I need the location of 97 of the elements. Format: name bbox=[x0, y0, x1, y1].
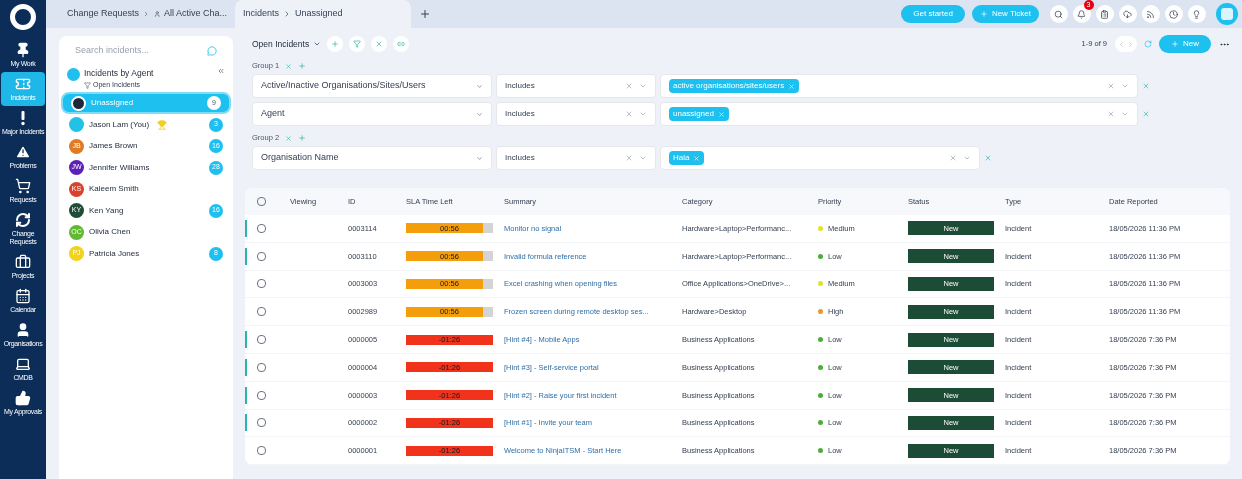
user-avatar[interactable] bbox=[1216, 3, 1238, 25]
cloud-icon bbox=[1123, 9, 1132, 19]
toolbar-button[interactable] bbox=[1141, 5, 1160, 23]
remove-group-icon[interactable] bbox=[285, 62, 293, 70]
caret-icon bbox=[476, 82, 483, 90]
breadcrumb: Change Requests bbox=[67, 7, 140, 21]
thumbs-up-icon bbox=[15, 390, 31, 406]
agent-group-icon bbox=[67, 68, 80, 81]
filter-icon bbox=[353, 40, 362, 48]
operator-value: Includes bbox=[505, 80, 536, 92]
field-value: Agent bbox=[261, 107, 286, 121]
collapse-icon[interactable] bbox=[217, 67, 225, 75]
clipboard-icon bbox=[1100, 9, 1109, 19]
caret-icon bbox=[963, 154, 971, 162]
view-selector[interactable]: Open Incidents bbox=[252, 37, 310, 51]
remove-filter-icon[interactable] bbox=[984, 154, 992, 162]
checkbox[interactable] bbox=[257, 390, 266, 400]
clear-icon[interactable] bbox=[625, 82, 633, 90]
toolbar-button[interactable] bbox=[1118, 5, 1137, 23]
checkbox[interactable] bbox=[257, 307, 266, 317]
logo-icon bbox=[10, 4, 36, 30]
caret-icon bbox=[1121, 82, 1129, 90]
caret-icon bbox=[639, 110, 647, 118]
toolbar-button[interactable] bbox=[1049, 5, 1068, 23]
select-field[interactable]: Includes bbox=[496, 102, 656, 126]
user-icon bbox=[15, 322, 31, 338]
caret-icon bbox=[1121, 110, 1129, 118]
calendar-icon bbox=[15, 288, 31, 304]
panel-title: Incidents by Agent bbox=[84, 67, 155, 80]
toolbar-button[interactable] bbox=[1187, 5, 1206, 23]
add-tab-icon[interactable] bbox=[419, 8, 431, 20]
add-filter-icon[interactable] bbox=[298, 134, 307, 142]
tab[interactable]: Incidents Unassigned bbox=[235, 0, 411, 28]
field-value: Active/Inactive Organisations/Sites/Users bbox=[261, 79, 427, 93]
breadcrumb: Incidents bbox=[243, 7, 280, 21]
checkbox[interactable] bbox=[257, 418, 266, 428]
checkbox[interactable] bbox=[257, 223, 266, 233]
plus-icon bbox=[331, 40, 340, 48]
checkbox[interactable] bbox=[257, 335, 266, 345]
clear-icon[interactable] bbox=[625, 154, 633, 162]
chevron-icon bbox=[143, 10, 150, 18]
clear-icon[interactable] bbox=[1107, 110, 1115, 118]
link-icon bbox=[397, 40, 406, 48]
clear-icon[interactable] bbox=[1107, 82, 1115, 90]
close-icon bbox=[375, 40, 384, 48]
ticket-icon bbox=[15, 76, 31, 92]
cart-icon bbox=[15, 178, 31, 194]
user-icon bbox=[153, 10, 160, 18]
caret-icon bbox=[639, 82, 647, 90]
refresh-icon[interactable] bbox=[1144, 40, 1152, 48]
previous-page-icon[interactable] bbox=[1118, 40, 1125, 48]
clear-icon[interactable] bbox=[625, 110, 633, 118]
remove-icon[interactable] bbox=[717, 110, 725, 118]
operator-value: Includes bbox=[505, 152, 536, 164]
lightbulb-icon bbox=[1192, 9, 1201, 19]
toolbar-button[interactable] bbox=[1072, 5, 1091, 23]
operator-value: Includes bbox=[505, 108, 536, 120]
select-field[interactable]: Agent bbox=[252, 102, 492, 126]
briefcase-icon bbox=[15, 254, 31, 270]
caret-icon bbox=[639, 154, 647, 162]
remove-group-icon[interactable] bbox=[285, 134, 293, 142]
add-filter-icon[interactable] bbox=[298, 62, 307, 70]
clear-icon[interactable] bbox=[949, 154, 957, 162]
search-field[interactable]: Search incidents... bbox=[75, 44, 207, 58]
clock-icon bbox=[1169, 9, 1178, 19]
select-field[interactable]: Includes bbox=[496, 146, 656, 170]
caret-icon[interactable] bbox=[313, 40, 322, 48]
breadcrumb: Unassigned bbox=[295, 7, 343, 21]
plus-icon bbox=[979, 10, 988, 18]
remove-icon[interactable] bbox=[788, 82, 796, 90]
select-field[interactable]: Active/Inactive Organisations/Sites/Users bbox=[252, 74, 492, 98]
checkbox[interactable] bbox=[257, 251, 266, 261]
warning-icon bbox=[15, 144, 31, 160]
tab[interactable]: Change Requests All Active Cha... bbox=[59, 0, 235, 28]
filter-icon bbox=[84, 81, 91, 89]
checkbox[interactable] bbox=[257, 362, 266, 372]
breadcrumb: All Active Cha... bbox=[163, 7, 227, 21]
caret-icon bbox=[476, 110, 483, 118]
checkbox[interactable] bbox=[257, 197, 266, 206]
select-field[interactable]: Organisation Name bbox=[252, 146, 492, 170]
laptop-icon bbox=[15, 356, 31, 372]
toolbar-button[interactable] bbox=[1164, 5, 1183, 23]
remove-filter-icon[interactable] bbox=[1142, 82, 1150, 90]
field-value: Organisation Name bbox=[261, 151, 340, 165]
select-field[interactable]: Includes bbox=[496, 74, 656, 98]
pin-icon bbox=[15, 42, 31, 58]
remove-filter-icon[interactable] bbox=[1142, 110, 1150, 118]
checkbox[interactable] bbox=[257, 446, 266, 456]
caret-icon bbox=[476, 154, 483, 162]
checkbox[interactable] bbox=[257, 279, 266, 289]
toolbar-button[interactable] bbox=[1095, 5, 1114, 23]
next-page-icon[interactable] bbox=[1127, 40, 1134, 48]
plus-icon bbox=[1171, 40, 1179, 48]
bell-icon bbox=[1077, 9, 1086, 19]
remove-icon[interactable] bbox=[693, 154, 701, 162]
rss-icon bbox=[1146, 9, 1155, 19]
refresh-icon bbox=[15, 212, 31, 228]
